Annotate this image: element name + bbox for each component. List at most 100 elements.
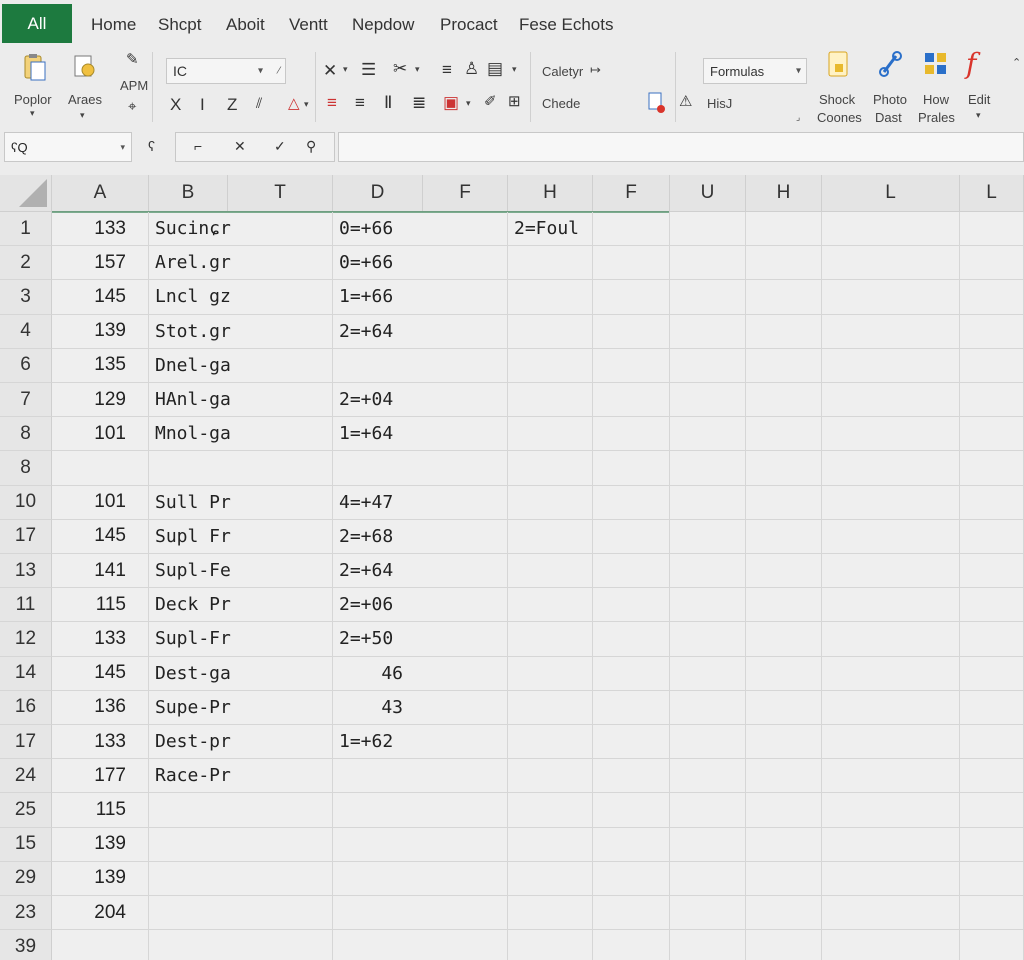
cell-a[interactable] — [52, 451, 149, 485]
edit-line1[interactable]: Edit — [968, 92, 990, 107]
cell-l2[interactable] — [960, 485, 1024, 519]
cell-d[interactable] — [333, 348, 508, 382]
cell-h[interactable] — [508, 383, 593, 417]
cell-d[interactable]: 1=+66 — [333, 280, 508, 314]
cell-b[interactable]: Arel.gr — [149, 246, 333, 280]
cell-u[interactable] — [670, 793, 746, 827]
cell-l2[interactable] — [960, 759, 1024, 793]
pen-icon[interactable]: ✎ — [126, 52, 139, 67]
cell-d[interactable]: 2=+04 — [333, 383, 508, 417]
shock-cones-icon[interactable] — [826, 50, 852, 80]
cell-h[interactable] — [508, 485, 593, 519]
cell-b[interactable]: Sull Pr — [149, 485, 333, 519]
cell-l2[interactable] — [960, 656, 1024, 690]
cell-u[interactable] — [670, 451, 746, 485]
cell-l[interactable] — [822, 383, 960, 417]
row-header[interactable]: 39 — [0, 930, 52, 960]
shock-line1[interactable]: Shock — [819, 92, 855, 107]
cell-l2[interactable] — [960, 930, 1024, 960]
cell-l2[interactable] — [960, 861, 1024, 895]
row-header[interactable]: 10 — [0, 485, 52, 520]
cell-h[interactable] — [508, 930, 593, 960]
column-header[interactable]: B — [149, 175, 228, 212]
cell-l2[interactable] — [960, 280, 1024, 314]
cell-a[interactable]: 145 — [52, 656, 149, 690]
how-line2[interactable]: Prales — [918, 110, 955, 125]
column-header[interactable]: D — [333, 175, 423, 212]
cell-a[interactable]: 145 — [52, 519, 149, 553]
cell-u[interactable] — [670, 759, 746, 793]
cell-f[interactable] — [593, 725, 670, 759]
cell-h2[interactable] — [746, 588, 822, 622]
cell-f[interactable] — [593, 246, 670, 280]
cell-h2[interactable] — [746, 759, 822, 793]
cell-a[interactable]: 136 — [52, 690, 149, 724]
cell-d[interactable]: 0=+66 — [333, 212, 508, 246]
cell-h2[interactable] — [746, 827, 822, 861]
cell-b[interactable]: Dest-pr — [149, 725, 333, 759]
cell-d[interactable] — [333, 827, 508, 861]
cell-a[interactable]: 133 — [52, 622, 149, 656]
cell-d[interactable]: 1=+62 — [333, 725, 508, 759]
cell-h[interactable] — [508, 622, 593, 656]
cell-l2[interactable] — [960, 417, 1024, 451]
column-header[interactable]: L — [960, 175, 1024, 212]
font-z-button[interactable]: Z — [227, 96, 237, 113]
cell-u[interactable] — [670, 519, 746, 553]
triangle-warning-icon[interactable]: ⚠ — [679, 94, 692, 109]
cell-u[interactable] — [670, 417, 746, 451]
font-x-button[interactable]: X — [170, 96, 181, 113]
align-lines-icon[interactable]: ☰ — [361, 61, 376, 78]
cell-b[interactable] — [149, 793, 333, 827]
cell-f[interactable] — [593, 348, 670, 382]
align-right-icon[interactable]: ≣ — [412, 94, 426, 111]
arrange-dropdown-icon[interactable]: ▾ — [80, 110, 85, 121]
cell-d[interactable]: 4=+47 — [333, 485, 508, 519]
row-header[interactable]: 6 — [0, 348, 52, 383]
his-label[interactable]: HisJ — [707, 96, 732, 111]
arrange-icon[interactable] — [72, 52, 98, 82]
font-i-button[interactable]: I — [200, 96, 205, 113]
cell-l[interactable] — [822, 348, 960, 382]
cell-a[interactable]: 115 — [52, 793, 149, 827]
row-header[interactable]: 17 — [0, 519, 52, 554]
cell-l[interactable] — [822, 759, 960, 793]
cell-f[interactable] — [593, 827, 670, 861]
cell-d[interactable]: 43 — [333, 690, 508, 724]
row-header[interactable]: 23 — [0, 896, 52, 931]
cell-f[interactable] — [593, 417, 670, 451]
cell-l2[interactable] — [960, 451, 1024, 485]
row-header[interactable]: 25 — [0, 793, 52, 828]
cell-l[interactable] — [822, 519, 960, 553]
align-left-icon[interactable]: ≡ — [442, 61, 452, 78]
row-header[interactable]: 11 — [0, 588, 52, 623]
cell-h2[interactable] — [746, 451, 822, 485]
cell-h2[interactable] — [746, 656, 822, 690]
edit-dropdown-icon[interactable]: ▾ — [976, 110, 981, 121]
cell-h2[interactable] — [746, 485, 822, 519]
cell-l2[interactable] — [960, 348, 1024, 382]
cell-f[interactable] — [593, 280, 670, 314]
tab-all[interactable]: All — [2, 4, 72, 43]
row-header[interactable]: 12 — [0, 622, 52, 657]
name-box[interactable]: ʕQ ▾ — [4, 132, 132, 162]
cell-u[interactable] — [670, 588, 746, 622]
cell-a[interactable]: 204 — [52, 896, 149, 930]
cell-d[interactable] — [333, 896, 508, 930]
cell-f[interactable] — [593, 314, 670, 348]
cell-f[interactable] — [593, 485, 670, 519]
cell-l[interactable] — [822, 861, 960, 895]
highlight-icon[interactable]: ≡ — [327, 94, 337, 111]
cell-h[interactable] — [508, 348, 593, 382]
cell-d[interactable] — [333, 759, 508, 793]
formulas-select[interactable]: Formulas ▾ — [703, 58, 807, 84]
cell-l[interactable] — [822, 451, 960, 485]
cell-l2[interactable] — [960, 554, 1024, 588]
cell-l[interactable] — [822, 793, 960, 827]
cell-l2[interactable] — [960, 212, 1024, 246]
cell-f[interactable] — [593, 896, 670, 930]
cell-u[interactable] — [670, 690, 746, 724]
cell-l[interactable] — [822, 896, 960, 930]
align-center-icon[interactable]: ≡ — [355, 94, 365, 111]
cell-l[interactable] — [822, 554, 960, 588]
